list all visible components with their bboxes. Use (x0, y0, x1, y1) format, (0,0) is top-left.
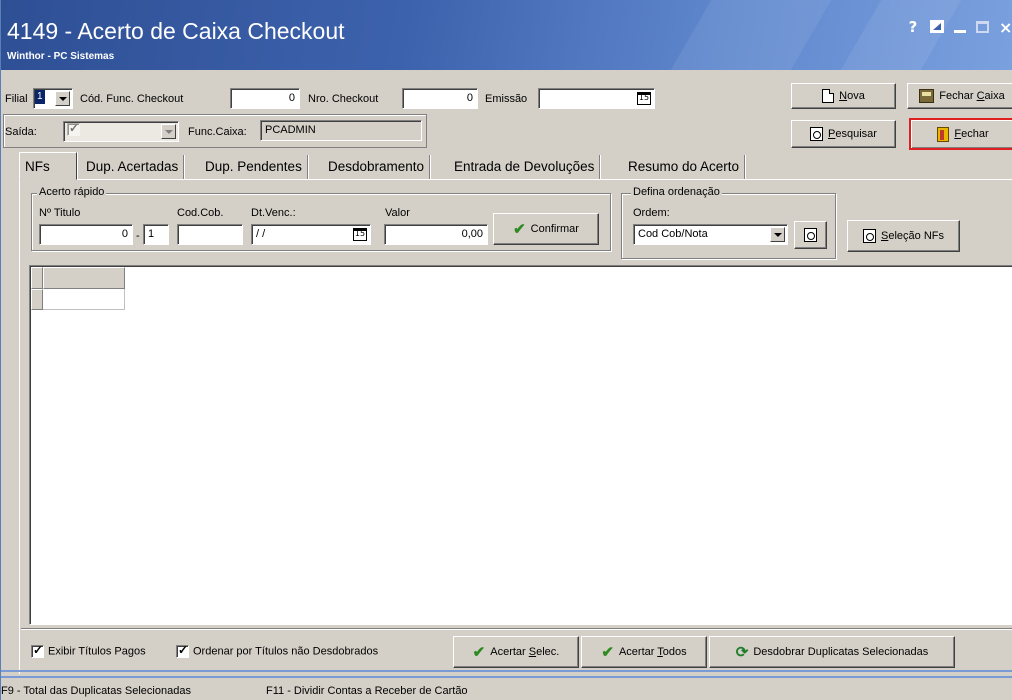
acertar-selec-label: Acertar Selec. (490, 646, 560, 658)
prest-input[interactable]: 1 (143, 224, 169, 245)
saida-dropdown-button[interactable] (161, 124, 176, 139)
tab-dup-pendentes[interactable]: Dup. Pendentes (200, 155, 308, 179)
minimize-button[interactable] (954, 30, 966, 33)
ordem-value: Cod Cob/Nota (638, 228, 708, 240)
valor-input[interactable]: 0,00 (384, 224, 488, 245)
checkmark-icon: ✔ (601, 643, 614, 661)
selecao-nfs-button[interactable]: Seleção NFs (847, 220, 960, 252)
exibir-titulos-pagos-checkbox[interactable]: Exibir Títulos Pagos (31, 643, 146, 658)
checkmark-icon: ✔ (513, 220, 526, 238)
filial-select[interactable]: 1 (33, 88, 73, 109)
refresh-icon: ⟳ (735, 643, 749, 661)
nro-checkout-input[interactable]: 0 (402, 88, 478, 109)
dt-venc-label: Dt.Venc.: (251, 207, 296, 219)
tab-nfs[interactable]: NFs (19, 152, 77, 180)
search-icon (804, 228, 817, 242)
tab-entrada-devolucoes[interactable]: Entrada de Devoluções (449, 155, 601, 179)
n-titulo-label: Nº Titulo (39, 207, 81, 219)
filial-value: 1 (35, 90, 45, 104)
valor-label: Valor (385, 207, 410, 219)
emissao-input[interactable]: 15 (538, 88, 655, 109)
confirmar-button[interactable]: ✔ Confirmar (493, 213, 599, 245)
ordem-dropdown-button[interactable] (770, 227, 785, 242)
cod-cob-label: Cod.Cob. (177, 207, 224, 219)
nfs-grid[interactable] (29, 265, 1012, 625)
status-f9: F9 - Total das Duplicatas Selecionadas (1, 685, 191, 697)
acertar-todos-label: Acertar Todos (618, 646, 687, 658)
saida-checkbox[interactable] (67, 122, 80, 136)
checkbox-checked-icon[interactable] (31, 643, 44, 658)
window-controls: ? × (906, 18, 1012, 37)
grid-corner-cell[interactable] (31, 267, 43, 289)
tab-resumo-acerto[interactable]: Resumo do Acerto (623, 155, 746, 179)
chevron-down-icon (773, 232, 782, 237)
calendar-icon[interactable]: 15 (637, 92, 651, 105)
filial-dropdown-button[interactable] (55, 91, 70, 106)
exibir-titulos-pagos-label: Exibir Títulos Pagos (48, 645, 146, 658)
main-window: 4149 - Acerto de Caixa Checkout Winthor … (0, 0, 1012, 700)
window-subtitle: Winthor - PC Sistemas (7, 51, 115, 62)
grid-row-indicator[interactable] (31, 289, 43, 310)
search-icon (810, 127, 824, 141)
nova-label: Nova (839, 90, 865, 102)
fechar-caixa-label: Fechar Caixa (939, 90, 1005, 102)
status-f11: F11 - Dividir Contas a Receber de Cartão (266, 685, 468, 697)
ordenar-por-label: Ordenar por Títulos não Desdobrados (193, 645, 379, 658)
tab-desdobramento[interactable]: Desdobramento (323, 155, 431, 179)
window-title: 4149 - Acerto de Caixa Checkout (7, 18, 345, 44)
checkmark-icon: ✔ (472, 643, 486, 661)
emissao-label: Emissão (485, 93, 528, 105)
desdobrar-label: Desdobrar Duplicatas Selecionadas (753, 646, 929, 658)
checkbox-checked-icon[interactable] (176, 643, 189, 658)
tab-dup-acertadas[interactable]: Dup. Acertadas (81, 155, 185, 179)
selecao-nfs-label: Seleção NFs (881, 230, 944, 242)
cod-cob-input[interactable] (177, 224, 243, 245)
ordem-select[interactable]: Cod Cob/Nota (633, 224, 788, 245)
grid-cell[interactable] (43, 289, 125, 310)
acerto-rapido-title: Acerto rápido (37, 186, 107, 198)
fechar-caixa-button[interactable]: Fechar Caixa (907, 83, 1012, 109)
saida-select[interactable] (63, 121, 179, 142)
dt-venc-input[interactable]: / / 15 (251, 224, 371, 245)
desdobrar-button[interactable]: ⟳ Desdobrar Duplicatas Selecionadas (709, 636, 955, 668)
ordem-label: Ordem: (633, 207, 670, 219)
maximize-button[interactable] (976, 21, 989, 33)
func-caixa-input[interactable]: PCADMIN (260, 120, 422, 141)
restore-icon[interactable] (930, 20, 944, 33)
acertar-todos-button[interactable]: ✔ Acertar Todos (581, 636, 707, 668)
pesquisar-button[interactable]: Pesquisar (791, 120, 896, 148)
cod-func-checkout-input[interactable]: 0 (230, 88, 300, 109)
fechar-label: Fechar (954, 128, 989, 140)
new-document-icon (822, 89, 835, 103)
cash-register-icon (919, 89, 935, 103)
ordenacao-title: Defina ordenação (631, 186, 722, 198)
func-caixa-label: Func.Caixa: (188, 126, 247, 138)
nova-button[interactable]: Nova (791, 83, 896, 109)
status-divider (1, 670, 1012, 672)
nro-checkout-label: Nro. Checkout (308, 93, 379, 105)
chevron-down-icon (58, 96, 67, 101)
help-button[interactable]: ? (906, 18, 920, 37)
calendar-icon[interactable]: 15 (353, 228, 367, 241)
titulo-separator: - (136, 230, 140, 242)
ordenar-por-checkbox[interactable]: Ordenar por Títulos não Desdobrados (176, 643, 379, 658)
acertar-selec-button[interactable]: ✔ Acertar Selec. (453, 636, 579, 668)
dt-venc-value: / / (256, 228, 266, 240)
fechar-button[interactable]: Fechar (909, 118, 1012, 150)
cod-func-label: Cód. Func. Checkout (80, 93, 184, 105)
filial-label: Filial (5, 93, 28, 105)
status-bar: F9 - Total das Duplicatas Selecionadas F… (1, 676, 1012, 700)
close-button[interactable]: × (999, 18, 1012, 37)
chevron-down-icon (164, 129, 173, 134)
title-decoration (670, 0, 832, 70)
grid-column-header[interactable] (43, 267, 125, 289)
ordem-search-button[interactable] (794, 221, 827, 249)
pesquisar-label: Pesquisar (828, 128, 877, 140)
n-titulo-input[interactable]: 0 (39, 224, 133, 245)
exit-door-icon (937, 126, 950, 142)
title-bar[interactable]: 4149 - Acerto de Caixa Checkout Winthor … (1, 0, 1012, 70)
confirmar-label: Confirmar (530, 223, 579, 235)
saida-label: Saída: (5, 126, 37, 138)
search-icon (863, 229, 876, 243)
